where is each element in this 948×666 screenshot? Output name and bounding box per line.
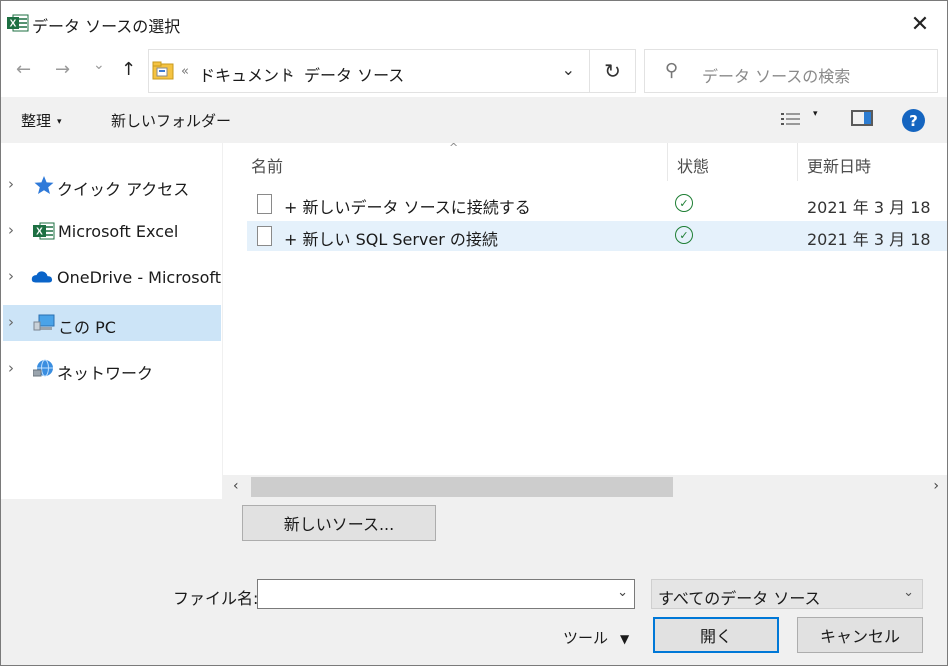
- view-options-caret-icon[interactable]: ▾: [813, 109, 818, 119]
- tools-caret-icon: ▼: [620, 632, 630, 646]
- cancel-button[interactable]: キャンセル: [797, 617, 923, 653]
- new-folder-button[interactable]: 新しいフォルダー: [111, 110, 231, 131]
- sidebar-item-label: Microsoft Excel: [58, 222, 179, 241]
- address-overflow[interactable]: «: [181, 64, 189, 79]
- expand-chevron-icon[interactable]: ›: [8, 267, 14, 285]
- folder-icon: [152, 61, 174, 80]
- title-bar: X データ ソースの選択 ✕: [1, 1, 947, 45]
- expand-chevron-icon[interactable]: ›: [8, 359, 14, 377]
- column-divider[interactable]: [797, 143, 798, 181]
- refresh-icon: ↻: [604, 59, 621, 83]
- column-header-modified[interactable]: 更新日時: [807, 153, 871, 177]
- organize-button[interactable]: 整理 ▾: [21, 110, 62, 131]
- sidebar-item-label: OneDrive - Microsoft: [57, 268, 221, 287]
- chevron-down-icon: ⌄: [903, 585, 914, 600]
- sidebar-item-quick-access[interactable]: › クイック アクセス: [3, 167, 221, 203]
- sidebar-item-onedrive[interactable]: › OneDrive - Microsoft: [3, 259, 221, 295]
- excel-icon: X: [33, 222, 55, 240]
- file-type-select[interactable]: すべてのデータ ソース ⌄: [651, 579, 923, 609]
- tools-label: ツール: [563, 629, 609, 647]
- navigation-bar: ← → ⌄ ↑ « ドキュメント › データ ソース ⌄ ↻ ⚲ データ ソース…: [1, 45, 947, 97]
- tools-button[interactable]: ツール ▼: [563, 627, 629, 648]
- excel-icon: X: [7, 14, 29, 32]
- file-row[interactable]: + 新しいデータ ソースに接続する ✓ 2021 年 3 月 18: [247, 189, 947, 219]
- breadcrumb-documents[interactable]: ドキュメント: [199, 62, 295, 86]
- sidebar-item-label: クイック アクセス: [57, 180, 190, 199]
- onedrive-cloud-icon: [31, 271, 53, 283]
- search-icon: ⚲: [665, 60, 679, 81]
- help-icon[interactable]: ?: [902, 109, 925, 132]
- expand-chevron-icon[interactable]: ›: [8, 221, 14, 239]
- sidebar-item-label: この PC: [58, 318, 116, 337]
- scrollbar-thumb[interactable]: [251, 477, 673, 497]
- close-button[interactable]: ✕: [905, 9, 935, 39]
- new-source-button[interactable]: 新しいソース...: [242, 505, 436, 541]
- open-button[interactable]: 開く: [653, 617, 779, 653]
- refresh-button[interactable]: ↻: [590, 49, 636, 93]
- file-list: ^ 名前 状態 更新日時 + 新しいデータ ソースに接続する ✓ 2021 年 …: [223, 141, 947, 475]
- column-divider[interactable]: [667, 143, 668, 181]
- organize-label: 整理: [21, 112, 52, 130]
- horizontal-scrollbar[interactable]: ‹ ›: [223, 475, 947, 499]
- document-icon: [257, 226, 272, 246]
- filename-label: ファイル名:: [173, 589, 259, 608]
- dialog-footer: 新しいソース... ファイル名: ⌄ すべてのデータ ソース ⌄ ツール ▼ 開く…: [1, 499, 947, 665]
- preview-pane-icon[interactable]: [851, 110, 873, 126]
- select-data-source-dialog: X データ ソースの選択 ✕ ← → ⌄ ↑ « ドキュメント › データ ソー…: [0, 0, 948, 666]
- up-button[interactable]: ↑: [121, 59, 136, 80]
- window-title: データ ソースの選択: [32, 17, 181, 36]
- address-bar[interactable]: « ドキュメント › データ ソース ⌄: [148, 49, 590, 93]
- sync-status-check-icon: ✓: [675, 194, 693, 212]
- file-name: + 新しいデータ ソースに接続する: [284, 198, 531, 217]
- file-row[interactable]: + 新しい SQL Server の接続 ✓ 2021 年 3 月 18: [247, 221, 947, 251]
- scroll-right-icon[interactable]: ›: [933, 478, 939, 494]
- file-modified-date: 2021 年 3 月 18: [807, 198, 931, 217]
- sidebar-item-this-pc[interactable]: › この PC: [3, 305, 221, 341]
- column-header-status[interactable]: 状態: [677, 153, 709, 177]
- file-name: + 新しい SQL Server の接続: [284, 230, 498, 249]
- sidebar-item-microsoft-excel[interactable]: › X Microsoft Excel: [3, 213, 221, 249]
- scroll-left-icon[interactable]: ‹: [233, 478, 239, 494]
- recent-locations-button[interactable]: ⌄: [93, 57, 105, 73]
- organize-caret-icon: ▾: [57, 116, 62, 127]
- search-box[interactable]: ⚲ データ ソースの検索: [644, 49, 938, 93]
- file-modified-date: 2021 年 3 月 18: [807, 230, 931, 249]
- svg-text:X: X: [36, 227, 43, 238]
- expand-chevron-icon[interactable]: ›: [8, 313, 14, 331]
- document-icon: [257, 194, 272, 214]
- expand-chevron-icon[interactable]: ›: [8, 175, 14, 193]
- sidebar-item-label: ネットワーク: [57, 364, 154, 383]
- search-placeholder: データ ソースの検索: [702, 67, 851, 86]
- column-header-name[interactable]: 名前: [251, 153, 283, 177]
- back-button[interactable]: ←: [16, 59, 31, 80]
- star-icon: [34, 176, 54, 194]
- sync-status-check-icon: ✓: [675, 226, 693, 244]
- command-bar: 整理 ▾ 新しいフォルダー ▾: [1, 97, 947, 143]
- filename-input[interactable]: ⌄: [257, 579, 635, 609]
- sidebar-item-network[interactable]: › ネットワーク: [3, 351, 221, 387]
- breadcrumb-separator: ›: [286, 62, 293, 81]
- forward-button[interactable]: →: [55, 59, 70, 80]
- address-dropdown-icon[interactable]: ⌄: [562, 60, 575, 79]
- sort-indicator-icon: ^: [449, 141, 459, 154]
- navigation-pane: › クイック アクセス › X Microsoft Excel › OneDri…: [1, 143, 223, 499]
- svg-text:X: X: [10, 19, 17, 30]
- network-icon: [33, 359, 53, 377]
- close-icon: ✕: [910, 11, 930, 37]
- view-options-icon[interactable]: [780, 111, 802, 129]
- pc-icon: [33, 314, 55, 331]
- breadcrumb-data-sources[interactable]: データ ソース: [304, 62, 404, 86]
- chevron-down-icon[interactable]: ⌄: [617, 585, 628, 600]
- file-type-value: すべてのデータ ソース: [658, 589, 821, 608]
